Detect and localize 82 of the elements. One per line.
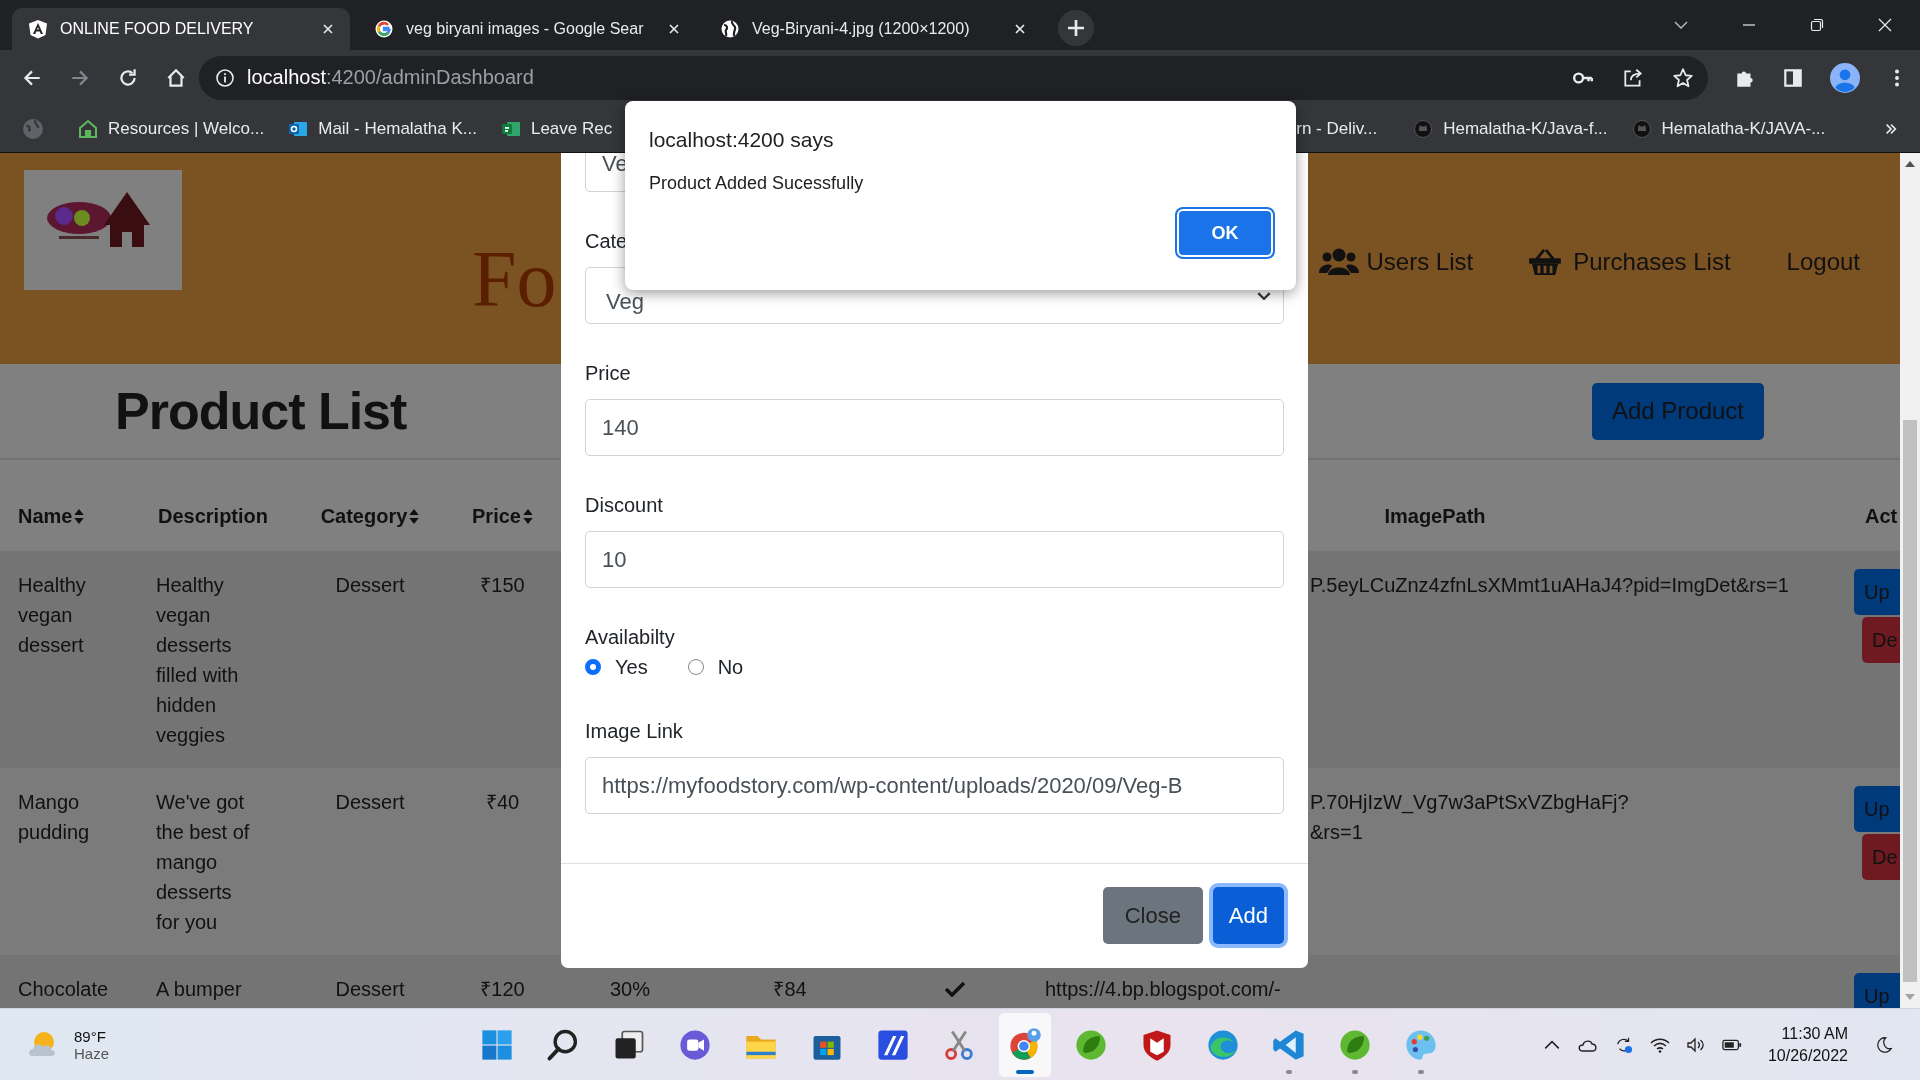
close-icon[interactable] <box>1877 17 1893 33</box>
option-label[interactable]: No <box>717 655 744 679</box>
close-icon[interactable] <box>668 23 680 35</box>
bookmark-item[interactable]: Leave Rec <box>500 118 613 139</box>
browser-tab[interactable]: ONLINE FOOD DELIVERY <box>12 8 350 50</box>
table-cell-text: A bumper <box>155 977 243 1002</box>
users-icon <box>1318 247 1359 276</box>
weather-text: Haze <box>74 1044 110 1062</box>
volume-icon[interactable] <box>1685 1035 1706 1054</box>
moon-icon[interactable] <box>1874 1035 1894 1054</box>
sort-icon[interactable] <box>74 507 85 525</box>
field-label: Cate <box>585 229 628 254</box>
table-cell-text: 30% <box>609 977 651 1002</box>
browser-tab[interactable]: Veg-Biryani-4.jpg (1200×1200) <box>704 8 1042 50</box>
table-cell-text: ₹40 <box>484 790 521 815</box>
address-bar[interactable]: localhost:4200/adminDashboard <box>199 55 1708 100</box>
table-cell-text: P.70HjIzW_Vg7w3aPtSxVZbgHaFj? &rs=1 <box>1310 790 1630 845</box>
radio-button[interactable] <box>687 659 704 675</box>
page-title: Product List <box>115 381 407 441</box>
table-cell-text: Mango pudding <box>17 790 91 845</box>
globe-icon <box>720 19 740 39</box>
restore-icon[interactable] <box>1809 17 1825 33</box>
bookmark-item[interactable]: rn - Deliv... <box>1296 118 1378 139</box>
clock-date[interactable]: 10/26/2022 <box>1767 1044 1848 1067</box>
new-tab-button[interactable] <box>1058 10 1094 46</box>
option-label[interactable]: Yes <box>615 655 648 679</box>
browser-icon <box>1007 1026 1043 1063</box>
triangle-icon <box>28 19 48 39</box>
radio-button[interactable] <box>585 659 601 675</box>
clock-time[interactable]: 11:30 AM <box>1767 1022 1848 1045</box>
table-cell-text: Dessert <box>334 790 406 815</box>
double-chevron-icon[interactable] <box>1884 121 1898 136</box>
field-label: Image Link <box>585 719 683 744</box>
column-header[interactable]: Act <box>1840 501 1900 531</box>
temperature-text: 89°F <box>74 1027 107 1045</box>
sort-icon[interactable] <box>409 507 420 525</box>
alert-message: Product Added Sucessfully <box>649 173 865 194</box>
table-cell-text: ₹120 <box>479 977 526 1002</box>
reload-icon[interactable] <box>117 66 139 89</box>
info-icon[interactable] <box>215 67 235 88</box>
table-cell-text: P.5eyLCuZnz4zfnLsXMmt1uAHaJ4?pid=ImgDet&rs=1 <box>1310 573 1790 598</box>
side-panel-icon[interactable] <box>1782 66 1804 89</box>
table-cell-text: ₹150 <box>479 573 526 598</box>
bookmark-item[interactable]: Hemalatha-K/JAVA-... <box>1631 118 1826 139</box>
column-header[interactable]: Price <box>445 501 560 531</box>
field-label: Discount <box>585 493 663 518</box>
table-cell-text: ₹84 <box>772 977 808 1002</box>
field-label: Availabilty <box>585 625 675 650</box>
text-field[interactable]: 10 <box>585 531 1284 588</box>
url-text: localhost:4200/adminDashboard <box>247 66 534 89</box>
table-cell-text: We've got the best of mango desserts for you <box>155 790 251 935</box>
sort-icon[interactable] <box>522 507 533 525</box>
star-icon[interactable] <box>1672 66 1694 89</box>
column-header[interactable]: Category <box>295 501 445 531</box>
field-label: Price <box>585 361 631 386</box>
close-icon[interactable] <box>322 23 334 35</box>
house-icon <box>78 118 98 139</box>
column-header[interactable]: Name <box>0 501 150 531</box>
table-cell-text: https://4.bp.blogspot.com/- <box>1044 977 1282 1002</box>
ring-icon <box>374 19 394 39</box>
browser-tab[interactable]: veg biryani images - Google Sear <box>358 8 696 50</box>
home-icon[interactable] <box>165 66 187 89</box>
plus-icon <box>1068 20 1084 36</box>
text-field[interactable]: https://myfoodstory.com/wp-content/uploads/2020/09/Veg-B <box>585 757 1284 814</box>
alert-title: localhost:4200 says <box>649 128 835 152</box>
scroll-up-icon[interactable] <box>1905 161 1915 167</box>
table-cell-text: Dessert <box>334 977 406 1002</box>
ok-button[interactable]: OK <box>1177 209 1273 257</box>
scrollbar-thumb[interactable] <box>1903 420 1917 982</box>
scrollbar[interactable] <box>1900 153 1920 1008</box>
avatar-icon[interactable] <box>1830 62 1860 93</box>
bookmark-item[interactable]: Resources | Welco... <box>78 118 265 139</box>
text-field[interactable]: 140 <box>585 399 1284 456</box>
table-cell-text: Chocolate <box>17 977 110 1002</box>
column-header[interactable]: Description <box>150 501 295 531</box>
bookmark-item[interactable]: Mail - Hemalatha K... <box>288 118 477 139</box>
table-cell-text: Healthy vegan desserts filled with hidden veggies <box>155 573 240 748</box>
table-cell-text: Healthy vegan dessert <box>17 573 87 658</box>
chevron-down-icon <box>1257 291 1271 300</box>
table-cell-text: Dessert <box>334 573 406 598</box>
close-icon[interactable] <box>1014 23 1026 35</box>
bookmark-item[interactable]: Hemalatha-K/Java-f... <box>1413 118 1608 139</box>
